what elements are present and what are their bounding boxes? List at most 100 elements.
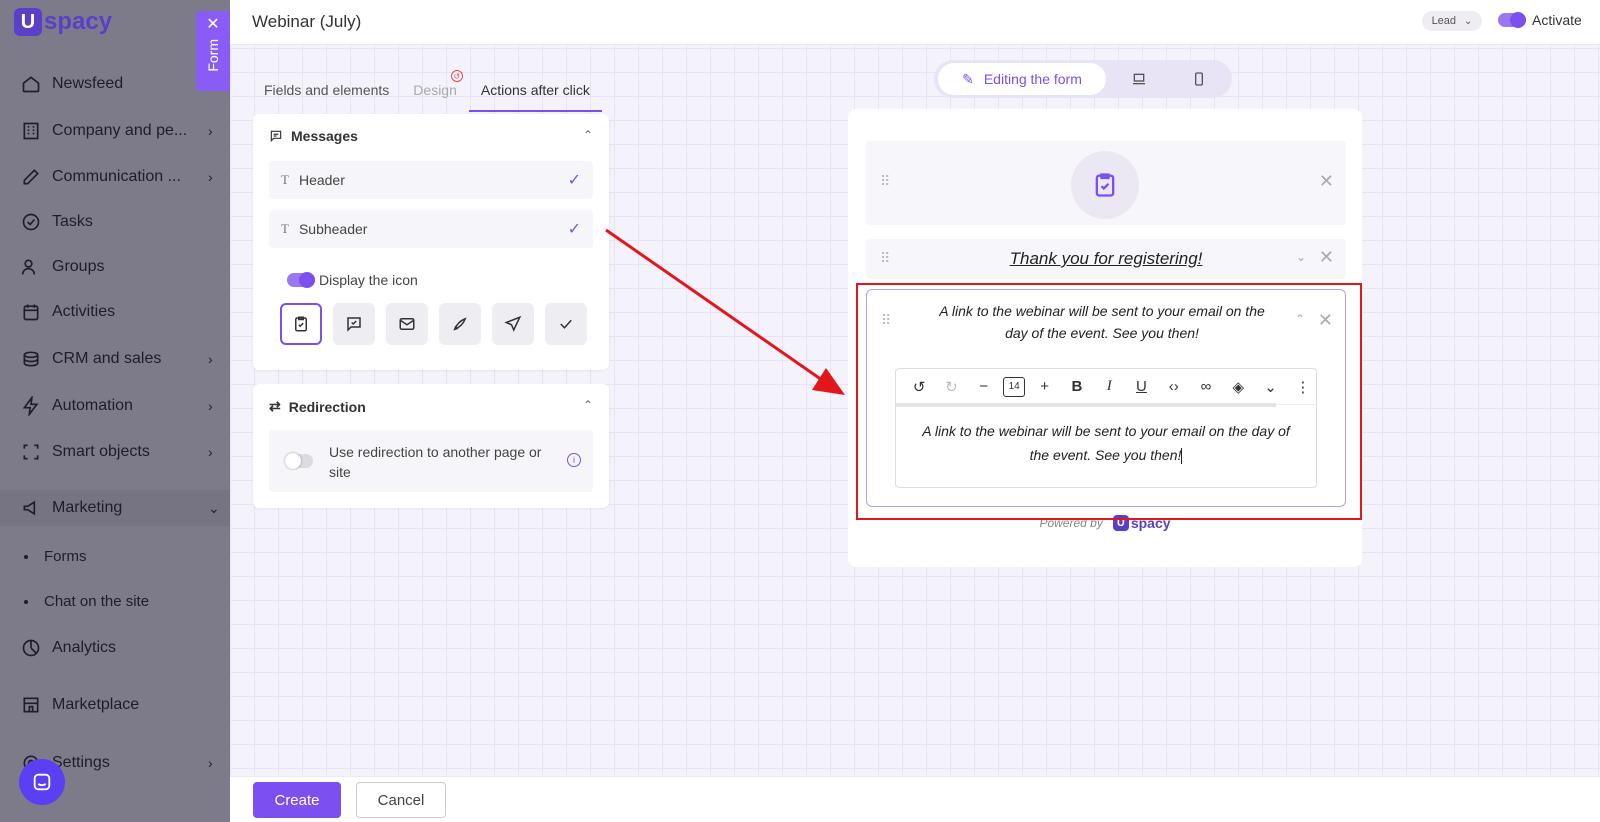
rocket-icon: [453, 317, 467, 331]
info-icon[interactable]: i: [567, 453, 581, 467]
redirection-card: ⇄ Redirection ⌃ Use redirection to anoth…: [253, 384, 609, 508]
chart-icon: [20, 637, 42, 659]
chevron-down-icon: ⌄: [1464, 15, 1473, 27]
chevron-down-icon[interactable]: ⌄: [1296, 250, 1306, 264]
chat-icon: [33, 773, 51, 791]
tab-fields[interactable]: Fields and elements: [252, 78, 401, 112]
pencil-icon: ✎: [962, 70, 974, 87]
icon-option-mail[interactable]: [386, 303, 428, 345]
display-icon-label: Display the icon: [319, 272, 418, 288]
messages-title: Messages: [291, 128, 358, 144]
entity-select[interactable]: Lead ⌄: [1422, 11, 1482, 31]
mode-editing-button[interactable]: ✎ Editing the form: [938, 63, 1106, 95]
activate-label: Activate: [1532, 12, 1582, 28]
toggle-switch[interactable]: [1498, 12, 1526, 28]
clipboard-check-icon: [295, 316, 307, 332]
chevron-right-icon: ›: [208, 444, 213, 460]
sidebar-subitem-chat[interactable]: Chat on the site: [24, 593, 149, 610]
chat-button[interactable]: [19, 759, 65, 805]
activate-toggle[interactable]: Activate: [1498, 12, 1582, 28]
preview-icon: [1071, 151, 1139, 219]
clipboard-check-icon: [1095, 173, 1115, 197]
send-icon: [504, 315, 522, 332]
reset-icon: ↺: [450, 70, 463, 82]
sidebar-item-label: Marketing: [52, 499, 123, 516]
redirection-row: Use redirection to another page or site …: [269, 430, 593, 492]
page-title: Webinar (July): [252, 12, 362, 31]
icon-option-message[interactable]: [333, 303, 375, 345]
drag-handle-icon[interactable]: ⠿: [880, 173, 890, 190]
icon-option-send[interactable]: [492, 303, 534, 345]
create-button[interactable]: Create: [253, 782, 341, 818]
preview-icon-row[interactable]: ⠿ ✕: [866, 141, 1346, 225]
toggle-switch[interactable]: [287, 272, 315, 288]
store-icon: [20, 694, 42, 716]
sidebar-subitem-label: Forms: [44, 548, 87, 565]
sidebar: U spacy Newsfeed Company and pe... › Com…: [0, 0, 230, 822]
field-label: Subheader: [298, 221, 368, 237]
sidebar-item-label: Marketplace: [52, 696, 140, 713]
mail-check-icon: [399, 318, 415, 330]
icon-option-rocket[interactable]: [439, 303, 481, 345]
sidebar-item-communication[interactable]: Communication ... ›: [20, 161, 220, 193]
building-icon: [20, 120, 42, 142]
sidebar-item-label: Company and pe...: [52, 122, 188, 139]
phone-icon: [1195, 72, 1203, 86]
redirection-header[interactable]: ⇄ Redirection: [269, 398, 366, 415]
redirection-toggle[interactable]: [285, 453, 313, 469]
sidebar-item-newsfeed[interactable]: Newsfeed: [20, 68, 220, 100]
sidebar-item-automation[interactable]: Automation ›: [20, 390, 220, 422]
close-icon[interactable]: ✕: [1319, 247, 1334, 268]
scan-icon: [20, 441, 42, 463]
close-icon[interactable]: ✕: [206, 17, 219, 33]
sidebar-item-marketing[interactable]: Marketing ⌄: [20, 492, 220, 524]
sidebar-item-smart-objects[interactable]: Smart objects ›: [20, 436, 220, 468]
sidebar-item-marketplace[interactable]: Marketplace: [20, 689, 220, 721]
top-bar: Webinar (July) Lead ⌄ Activate: [230, 0, 1600, 45]
redirection-title: Redirection: [288, 398, 366, 415]
sidebar-item-label: Tasks: [52, 213, 93, 230]
icon-option-clipboard[interactable]: [280, 303, 322, 345]
bullet: [24, 599, 28, 604]
chevron-right-icon: ›: [208, 755, 213, 771]
display-icon-toggle[interactable]: Display the icon: [287, 272, 418, 288]
calendar-icon: [20, 301, 42, 323]
laptop-icon: [1133, 73, 1145, 85]
field-row-subheader[interactable]: T Subheader ✓: [269, 210, 593, 248]
mode-mobile-button[interactable]: [1190, 70, 1208, 88]
text-type-icon: T: [281, 172, 289, 187]
field-row-header[interactable]: T Header ✓: [269, 161, 593, 199]
sidebar-item-company[interactable]: Company and pe... ›: [20, 115, 220, 147]
sidebar-item-label: Activities: [52, 303, 116, 320]
mode-editing-label: Editing the form: [983, 71, 1082, 87]
sidebar-item-activities[interactable]: Activities: [20, 296, 220, 328]
sidebar-item-label: Groups: [52, 258, 105, 275]
tab-bar: Fields and elements Design ↺ Actions aft…: [252, 70, 602, 112]
preview-header-row[interactable]: ⠿ Thank you for registering! ⌄ ✕: [866, 239, 1346, 279]
sidebar-item-label: Automation: [52, 397, 133, 414]
sidebar-item-groups[interactable]: Groups: [20, 251, 220, 283]
check-circle-icon: [20, 211, 42, 233]
tab-design[interactable]: Design ↺: [401, 70, 469, 112]
field-label: Header: [298, 172, 345, 188]
sidebar-item-label: Settings: [52, 754, 110, 771]
tab-actions[interactable]: Actions after click: [468, 78, 602, 112]
logo[interactable]: U spacy: [14, 8, 112, 36]
entity-select-value: Lead: [1431, 15, 1457, 27]
cancel-button[interactable]: Cancel: [356, 782, 446, 818]
close-icon[interactable]: ✕: [1319, 171, 1334, 192]
sidebar-item-analytics[interactable]: Analytics: [20, 632, 220, 664]
messages-header[interactable]: Messages: [269, 128, 358, 144]
form-tab-label: Form: [205, 39, 221, 72]
mode-desktop-button[interactable]: [1130, 70, 1148, 88]
chevron-up-icon[interactable]: ⌃: [583, 398, 593, 412]
sidebar-item-crm[interactable]: CRM and sales ›: [20, 343, 220, 375]
check-icon: ✓: [567, 172, 581, 189]
sidebar-subitem-forms[interactable]: Forms: [24, 548, 87, 565]
messages-card: Messages ⌃ T Header ✓ T Subheader ✓ Disp…: [253, 114, 609, 370]
preview-header-text: Thank you for registering!: [1009, 249, 1203, 268]
icon-option-check[interactable]: [545, 303, 587, 345]
sidebar-item-tasks[interactable]: Tasks: [20, 206, 220, 238]
chevron-up-icon[interactable]: ⌃: [583, 128, 593, 142]
form-side-tab[interactable]: ✕ Form: [196, 11, 230, 91]
